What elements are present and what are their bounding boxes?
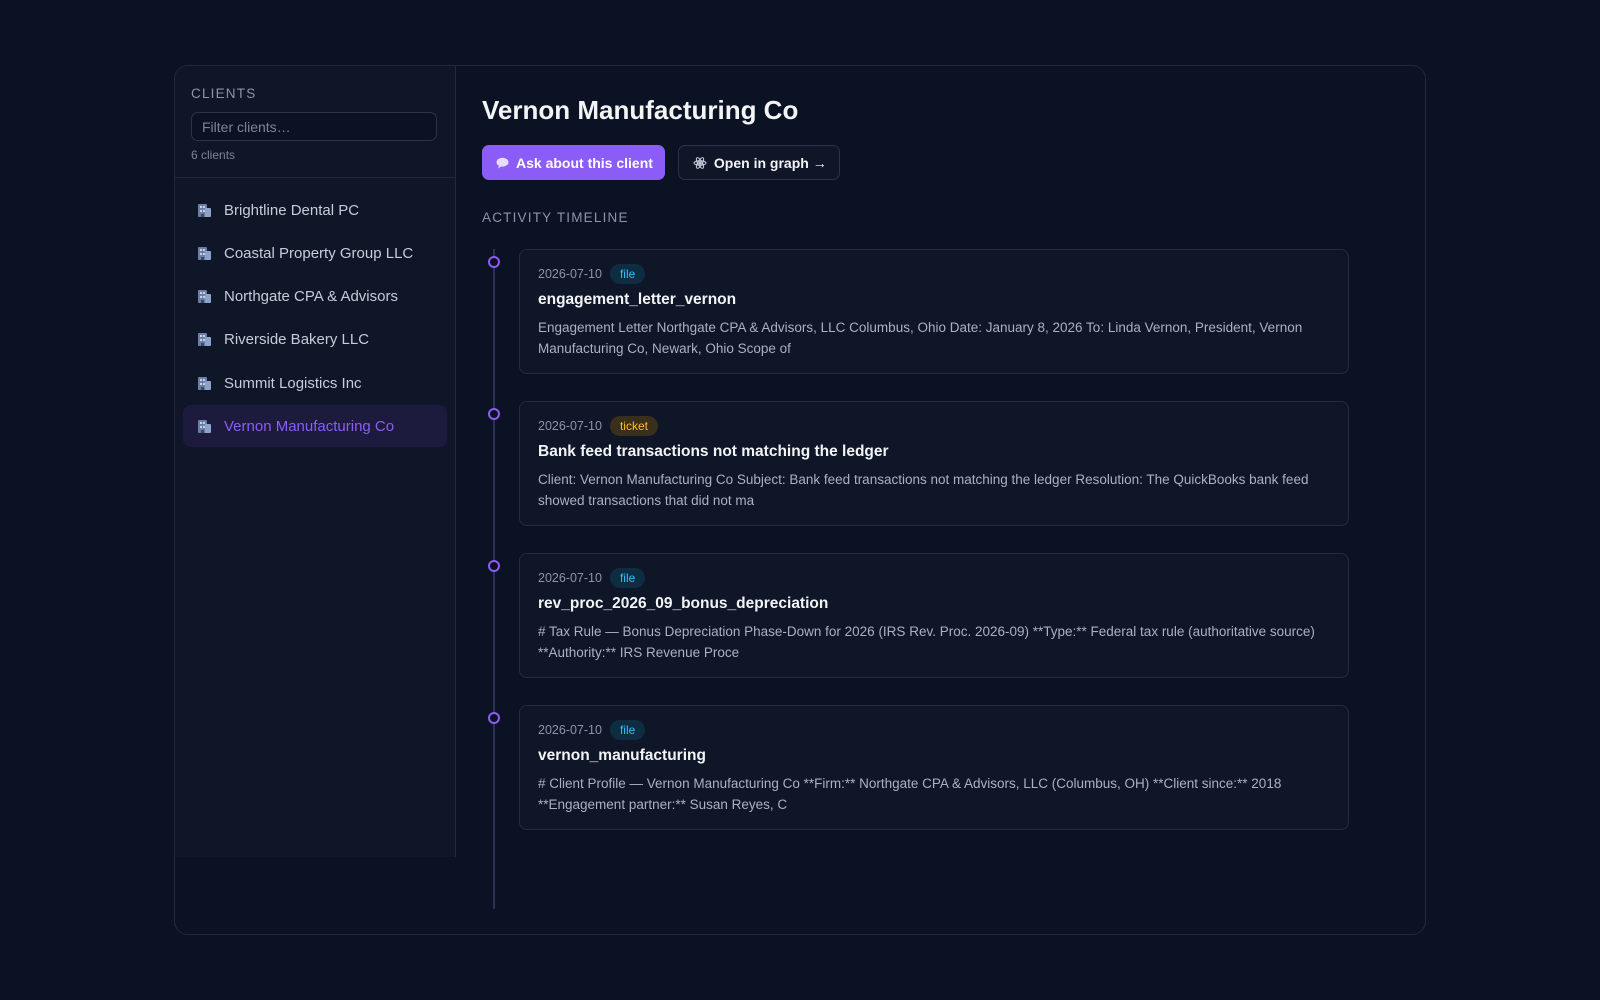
client-item-coastal-property[interactable]: Coastal Property Group LLC [183, 232, 447, 274]
timeline-date: 2026-07-10 [538, 723, 602, 737]
client-detail: Vernon Manufacturing Co Ask about this c… [456, 66, 1425, 934]
timeline-card[interactable]: 2026-07-10 ticket Bank feed transactions… [519, 401, 1349, 526]
sidebar-title: CLIENTS [191, 86, 257, 101]
activity-timeline-label: ACTIVITY TIMELINE [482, 210, 629, 225]
building-icon [197, 289, 212, 304]
timeline-dot [488, 560, 500, 572]
timeline-card[interactable]: 2026-07-10 file rev_proc_2026_09_bonus_d… [519, 553, 1349, 678]
timeline-entry: 2026-07-10 file vernon_manufacturing # C… [482, 705, 1354, 857]
building-icon [197, 376, 212, 391]
client-item-vernon-manufacturing[interactable]: Vernon Manufacturing Co [183, 405, 447, 448]
building-icon [197, 203, 212, 218]
timeline-dot [488, 408, 500, 420]
graph-button-label: Open in graph → [713, 154, 827, 171]
client-item-brightline-dental[interactable]: Brightline Dental PC [183, 189, 447, 231]
timeline-meta: 2026-07-10 ticket [538, 416, 1330, 436]
client-item-riverside-bakery[interactable]: Riverside Bakery LLC [183, 319, 447, 361]
type-badge: file [609, 264, 646, 284]
client-item-label: Vernon Manufacturing Co [224, 417, 395, 435]
sidebar-header: CLIENTS 6 clients [175, 66, 455, 178]
ask-about-client-button[interactable]: Ask about this client [482, 145, 665, 180]
client-item-label: Brightline Dental PC [224, 201, 360, 219]
timeline-date: 2026-07-10 [538, 267, 602, 281]
timeline-dot [488, 256, 500, 268]
client-item-summit-logistics[interactable]: Summit Logistics Inc [183, 362, 447, 404]
timeline-entry: 2026-07-10 file engagement_letter_vernon… [482, 249, 1354, 401]
open-in-graph-button[interactable]: Open in graph → [677, 145, 840, 180]
atom-icon [693, 156, 707, 170]
timeline-entry: 2026-07-10 file rev_proc_2026_09_bonus_d… [482, 553, 1354, 705]
timeline-snippet: # Client Profile — Vernon Manufacturing … [538, 776, 1282, 812]
filter-clients-input[interactable] [191, 112, 437, 141]
timeline-meta: 2026-07-10 file [538, 264, 1330, 284]
ask-button-label: Ask about this client [516, 154, 653, 171]
timeline-date: 2026-07-10 [538, 419, 602, 433]
page-title: Vernon Manufacturing Co [482, 95, 799, 125]
client-count: 6 clients [191, 148, 236, 162]
timeline-title: Bank feed transactions not matching the … [538, 443, 889, 460]
timeline-entry: 2026-07-10 ticket Bank feed transactions… [482, 401, 1354, 553]
type-badge: ticket [609, 416, 658, 436]
building-icon [197, 332, 212, 347]
activity-timeline: 2026-07-10 file engagement_letter_vernon… [482, 249, 1354, 909]
timeline-snippet: Engagement Letter Northgate CPA & Adviso… [538, 320, 1303, 356]
client-item-label: Riverside Bakery LLC [224, 331, 370, 349]
timeline-date: 2026-07-10 [538, 571, 602, 585]
client-item-northgate-cpa[interactable]: Northgate CPA & Advisors [183, 276, 447, 318]
building-icon [197, 246, 212, 261]
timeline-snippet: # Tax Rule — Bonus Depreciation Phase-Do… [538, 624, 1315, 660]
client-sidebar: CLIENTS 6 clients Brightline Dental PC C… [175, 66, 456, 857]
timeline-title: engagement_letter_vernon [538, 291, 737, 308]
client-item-label: Northgate CPA & Advisors [224, 288, 398, 306]
client-item-label: Coastal Property Group LLC [224, 244, 414, 262]
timeline-title: vernon_manufacturing [538, 747, 706, 764]
client-list: Brightline Dental PC Coastal Property Gr… [175, 178, 455, 460]
action-buttons: Ask about this client Open in graph → [482, 145, 840, 180]
building-icon [197, 419, 212, 434]
timeline-card[interactable]: 2026-07-10 file vernon_manufacturing # C… [519, 705, 1349, 830]
timeline-snippet: Client: Vernon Manufacturing Co Subject:… [538, 472, 1309, 508]
client-item-label: Summit Logistics Inc [224, 374, 362, 392]
timeline-dot [488, 712, 500, 724]
chat-bubble-icon [496, 157, 509, 169]
timeline-card[interactable]: 2026-07-10 file engagement_letter_vernon… [519, 249, 1349, 374]
app-frame: CLIENTS 6 clients Brightline Dental PC C… [174, 65, 1426, 935]
type-badge: file [609, 720, 646, 740]
timeline-meta: 2026-07-10 file [538, 720, 1330, 740]
timeline-title: rev_proc_2026_09_bonus_depreciation [538, 595, 829, 612]
type-badge: file [609, 568, 646, 588]
timeline-meta: 2026-07-10 file [538, 568, 1330, 588]
